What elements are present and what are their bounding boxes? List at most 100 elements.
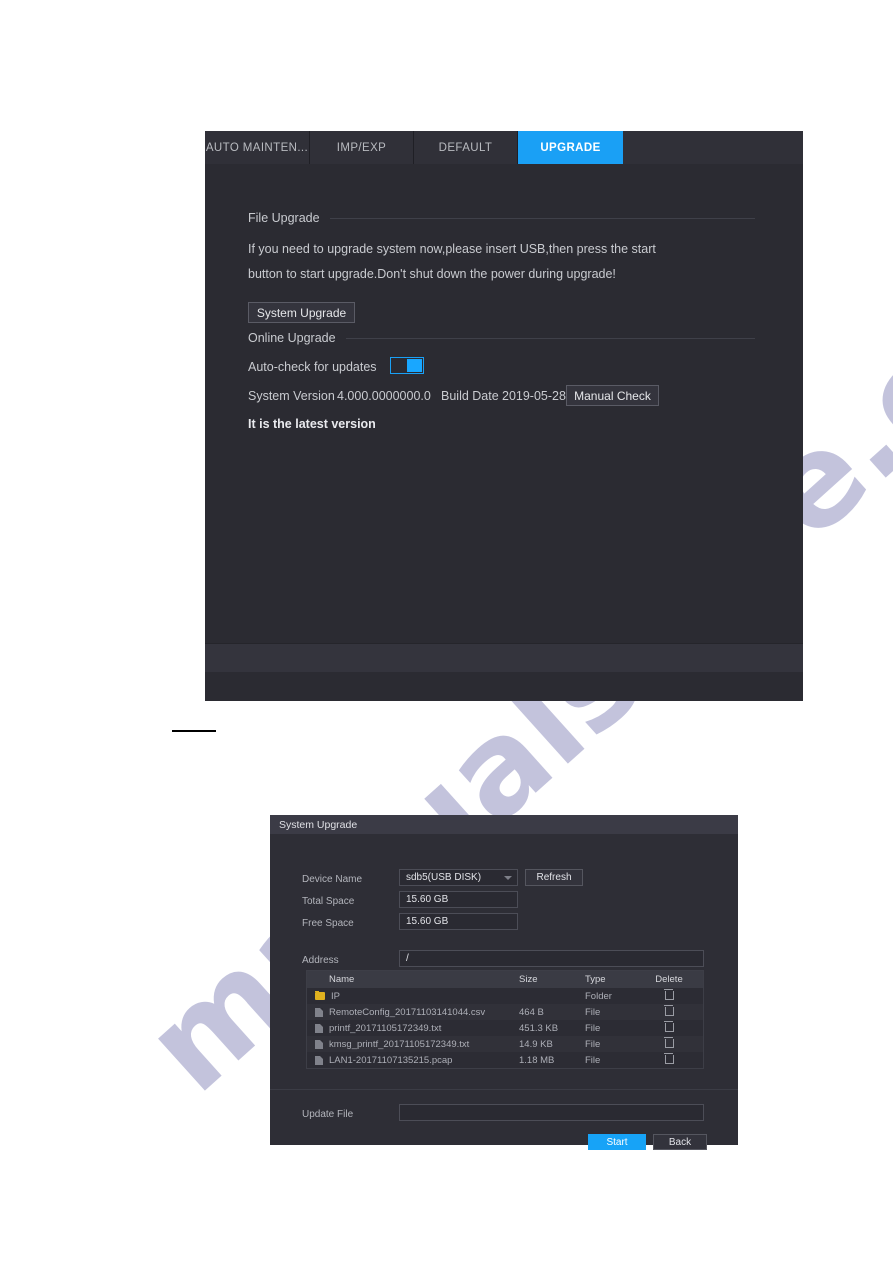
file-type: File [585,1006,601,1018]
panel-body: File Upgrade If you need to upgrade syst… [205,164,803,672]
free-space-field: 15.60 GB [399,913,518,930]
file-size: 14.9 KB [519,1038,553,1050]
file-icon [315,1023,323,1033]
folder-icon [315,990,325,1000]
delete-cell[interactable] [643,1021,695,1034]
column-header-name: Name [329,974,355,985]
refresh-button[interactable]: Refresh [525,869,583,886]
table-row[interactable]: printf_20171105172349.txt 451.3 KB File [307,1020,703,1036]
start-button-label: Start [606,1136,628,1148]
system-upgrade-button-label: System Upgrade [256,305,347,320]
upgrade-settings-panel: AUTO MAINTEN... IMP/EXP DEFAULT UPGRADE … [205,131,803,701]
back-button-label: Back [668,1136,692,1148]
delete-cell[interactable] [643,1005,695,1018]
free-space-value: 15.60 GB [406,916,449,927]
trash-icon[interactable] [663,1005,674,1017]
table-row[interactable]: kmsg_printf_20171105172349.txt 14.9 KB F… [307,1036,703,1052]
divider [345,337,755,339]
device-name-label: Device Name [302,874,363,885]
file-name: RemoteConfig_20171103141044.csv [329,1006,486,1018]
trash-icon[interactable] [663,1021,674,1033]
tab-label: AUTO MAINTEN... [205,141,309,154]
manual-check-button-label: Manual Check [574,388,651,403]
file-upgrade-title: File Upgrade [248,211,320,225]
system-version-label: System Version [248,389,335,403]
device-name-select[interactable]: sdb5(USB DISK) [399,869,518,886]
chevron-down-icon [504,875,512,880]
file-upgrade-description-line2: button to start upgrade.Don't shut down … [248,267,616,281]
page-rule-mark [172,730,216,732]
table-row[interactable]: RemoteConfig_20171103141044.csv 464 B Fi… [307,1004,703,1020]
divider [329,217,755,219]
file-name: LAN1-20171107135215.pcap [329,1054,453,1066]
file-table: Name Size Type Delete IP Folder RemoteCo… [306,970,704,1069]
table-row[interactable]: IP Folder [307,988,703,1004]
file-type: File [585,1038,601,1050]
build-date-value: 2019-05-28 [502,389,566,403]
panel-footer-bar [205,643,803,672]
dialog-title-bar: System Upgrade [270,815,738,834]
file-type: File [585,1054,601,1066]
file-icon [315,1055,323,1065]
file-icon [315,1007,323,1017]
auto-check-toggle[interactable] [390,357,424,374]
delete-cell[interactable] [643,1037,695,1050]
online-upgrade-title: Online Upgrade [248,331,336,345]
table-row[interactable]: LAN1-20171107135215.pcap 1.18 MB File [307,1052,703,1068]
tab-bar-filler [623,131,803,164]
free-space-label: Free Space [302,918,354,929]
tab-label: IMP/EXP [336,141,387,154]
column-header-delete: Delete [655,974,683,985]
device-name-value: sdb5(USB DISK) [406,872,482,883]
address-input[interactable]: / [399,950,704,967]
column-header-type: Type [585,974,606,985]
dialog-body: Device Name sdb5(USB DISK) Refresh Total… [270,834,738,1150]
dialog-separator [270,1089,738,1090]
address-value: / [406,953,409,964]
address-label: Address [302,955,339,966]
tab-imp-exp[interactable]: IMP/EXP [310,131,414,164]
file-type: Folder [585,990,612,1002]
file-name: kmsg_printf_20171105172349.txt [329,1038,470,1050]
file-upgrade-description-line1: If you need to upgrade system now,please… [248,242,656,256]
tab-label: DEFAULT [438,141,493,154]
file-size: 1.18 MB [519,1054,555,1066]
manual-check-button[interactable]: Manual Check [566,385,659,406]
trash-icon[interactable] [663,1037,674,1049]
file-name: IP [331,990,340,1002]
system-upgrade-dialog: System Upgrade Device Name sdb5(USB DISK… [270,815,738,1150]
file-name: printf_20171105172349.txt [329,1022,442,1034]
back-button[interactable]: Back [653,1134,707,1150]
tab-default[interactable]: DEFAULT [414,131,518,164]
file-size: 451.3 KB [519,1022,559,1034]
file-icon [315,1039,323,1049]
total-space-label: Total Space [302,896,355,907]
delete-cell[interactable] [643,1053,695,1066]
start-button[interactable]: Start [588,1134,646,1150]
file-size: 464 B [519,1006,544,1018]
upgrade-status-text: It is the latest version [248,417,376,431]
file-type: File [585,1022,601,1034]
total-space-value: 15.60 GB [406,894,449,905]
auto-check-label: Auto-check for updates [248,360,377,374]
dialog-title: System Upgrade [279,818,358,831]
trash-icon[interactable] [663,989,674,1001]
tab-bar: AUTO MAINTEN... IMP/EXP DEFAULT UPGRADE [205,131,803,164]
refresh-button-label: Refresh [536,872,572,883]
update-file-label: Update File [302,1109,354,1120]
build-date-label: Build Date [441,389,499,403]
system-version-value: 4.000.0000000.0 [337,389,431,403]
online-upgrade-section-header: Online Upgrade [248,331,755,345]
tab-label: UPGRADE [540,141,601,154]
trash-icon[interactable] [663,1053,674,1065]
system-upgrade-button[interactable]: System Upgrade [248,302,355,323]
toggle-knob [407,359,422,372]
total-space-field: 15.60 GB [399,891,518,908]
column-header-size: Size [519,974,538,985]
update-file-input[interactable] [399,1104,704,1121]
delete-cell[interactable] [643,989,695,1002]
tab-upgrade[interactable]: UPGRADE [518,131,623,164]
table-header-row: Name Size Type Delete [307,971,703,988]
file-upgrade-section-header: File Upgrade [248,211,755,225]
tab-auto-maintenance[interactable]: AUTO MAINTEN... [205,131,310,164]
